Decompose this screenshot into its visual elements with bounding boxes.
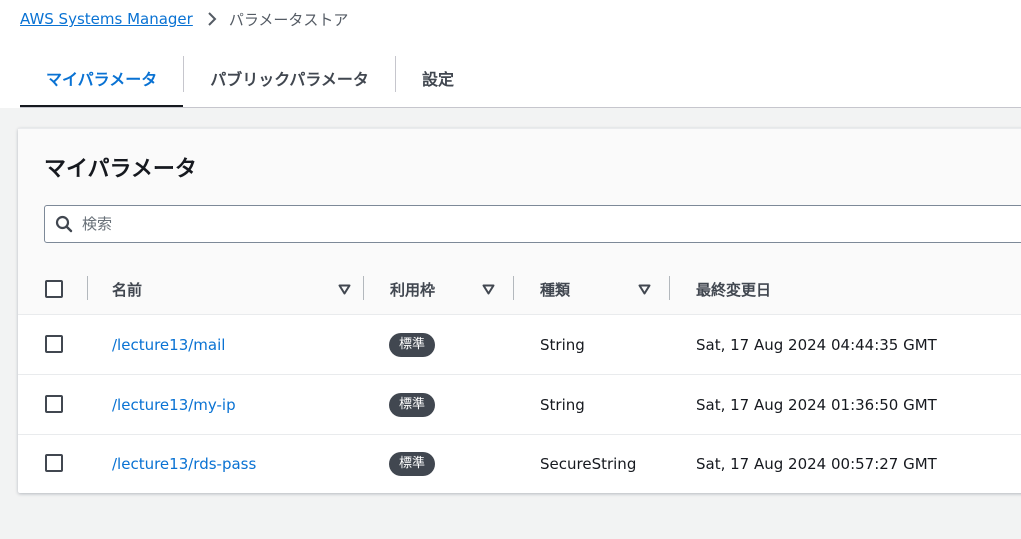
last-modified-cell: Sat, 17 Aug 2024 04:44:35 GMT bbox=[696, 335, 937, 354]
search-input[interactable] bbox=[80, 214, 1021, 234]
tab-bar: マイパラメータ パブリックパラメータ 設定 bbox=[20, 48, 480, 108]
table-row[interactable]: /lecture13/rds-pass 標準 SecureString Sat,… bbox=[18, 434, 1021, 493]
search-box bbox=[44, 205, 1021, 243]
tier-cell: 標準 bbox=[389, 434, 436, 493]
type-cell: String bbox=[540, 335, 585, 354]
parameters-panel: マイパラメータ 名前 利用枠 種類 bbox=[18, 128, 1021, 493]
breadcrumb-current: パラメータストア bbox=[228, 10, 349, 29]
row-checkbox[interactable] bbox=[45, 395, 63, 413]
tier-badge: 標準 bbox=[389, 392, 436, 417]
parameter-name-link[interactable]: /lecture13/my-ip bbox=[112, 396, 236, 414]
sort-triangle-icon[interactable] bbox=[336, 281, 352, 297]
chevron-right-icon bbox=[199, 9, 225, 29]
column-header-name-label: 名前 bbox=[112, 280, 143, 299]
tabs-underline bbox=[20, 107, 1021, 108]
column-header-type[interactable]: 種類 bbox=[540, 264, 668, 314]
column-divider bbox=[513, 276, 514, 300]
breadcrumb: AWS Systems Manager パラメータストア bbox=[20, 6, 348, 32]
column-header-name[interactable]: 名前 bbox=[112, 264, 362, 314]
parameter-name-cell: /lecture13/mail bbox=[112, 315, 225, 374]
parameter-name-link[interactable]: /lecture13/mail bbox=[112, 336, 225, 354]
column-header-type-label: 種類 bbox=[540, 280, 571, 299]
column-divider bbox=[669, 276, 670, 300]
sort-triangle-icon[interactable] bbox=[636, 281, 652, 297]
column-header-tier[interactable]: 利用枠 bbox=[390, 264, 514, 314]
sort-triangle-icon[interactable] bbox=[480, 281, 496, 297]
select-all-checkbox[interactable] bbox=[45, 280, 63, 298]
search-icon bbox=[54, 214, 74, 234]
tab-settings[interactable]: 設定 bbox=[396, 48, 480, 108]
table-row[interactable]: /lecture13/my-ip 標準 String Sat, 17 Aug 2… bbox=[18, 375, 1021, 435]
tier-badge: 標準 bbox=[389, 332, 436, 357]
parameter-name-cell: /lecture13/my-ip bbox=[112, 375, 236, 434]
last-modified-cell: Sat, 17 Aug 2024 00:57:27 GMT bbox=[696, 454, 937, 473]
panel-header: マイパラメータ bbox=[18, 129, 1021, 264]
tier-cell: 標準 bbox=[389, 315, 436, 374]
type-cell: SecureString bbox=[540, 454, 637, 473]
tab-my-parameters[interactable]: マイパラメータ bbox=[20, 48, 184, 108]
breadcrumb-service-link[interactable]: AWS Systems Manager bbox=[20, 10, 193, 28]
column-divider bbox=[87, 276, 88, 300]
column-header-last-modified-label: 最終変更日 bbox=[696, 280, 772, 299]
table-header: 名前 利用枠 種類 最終変更日 bbox=[18, 264, 1021, 315]
type-cell: String bbox=[540, 395, 585, 414]
tab-public-parameters[interactable]: パブリックパラメータ bbox=[184, 48, 395, 108]
column-header-tier-label: 利用枠 bbox=[390, 280, 436, 299]
parameter-name-cell: /lecture13/rds-pass bbox=[112, 434, 256, 493]
tier-cell: 標準 bbox=[389, 375, 436, 434]
column-divider bbox=[363, 276, 364, 300]
table-row[interactable]: /lecture13/mail 標準 String Sat, 17 Aug 20… bbox=[18, 315, 1021, 375]
top-area: AWS Systems Manager パラメータストア マイパラメータ パブリ… bbox=[0, 0, 1021, 108]
row-checkbox[interactable] bbox=[45, 454, 63, 472]
parameter-name-link[interactable]: /lecture13/rds-pass bbox=[112, 455, 256, 473]
column-header-last-modified[interactable]: 最終変更日 bbox=[696, 264, 996, 314]
row-checkbox[interactable] bbox=[45, 335, 63, 353]
panel-title: マイパラメータ bbox=[44, 157, 197, 182]
last-modified-cell: Sat, 17 Aug 2024 01:36:50 GMT bbox=[696, 395, 937, 414]
tier-badge: 標準 bbox=[389, 451, 436, 476]
